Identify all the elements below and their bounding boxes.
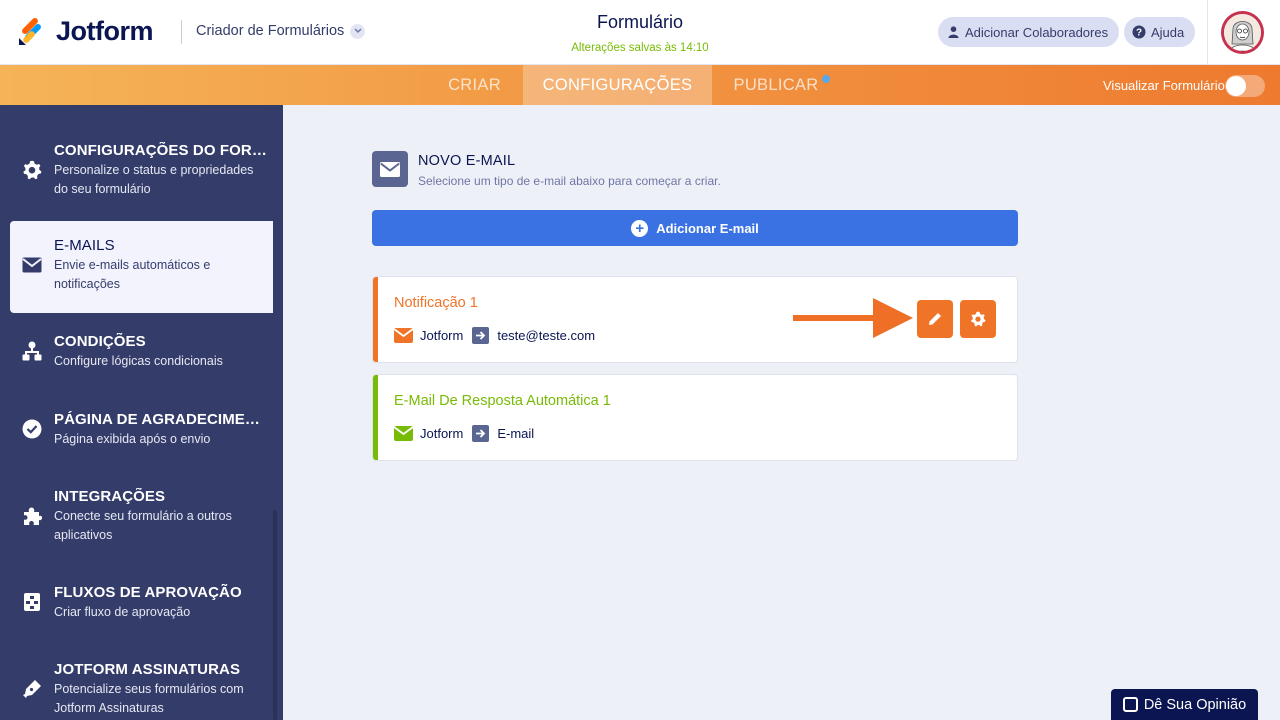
envelope-icon: [22, 255, 42, 275]
add-collaborators-label: Adicionar Colaboradores: [965, 24, 1109, 40]
arrow-right-icon: [472, 327, 490, 344]
add-collaborators-button[interactable]: Adicionar Colaboradores: [938, 17, 1120, 47]
preview-form-label: Visualizar Formulário: [1103, 78, 1225, 93]
help-label: Ajuda: [1151, 24, 1185, 40]
feedback-label: Dê Sua Opinião: [1143, 696, 1247, 713]
sidebar-item-title: PÁGINA DE AGRADECIMENTO: [54, 411, 269, 428]
email-to: E-mail: [497, 426, 535, 441]
sidebar-item-integrations[interactable]: INTEGRAÇÕES Conecte seu formulário a out…: [0, 486, 283, 556]
feedback-button[interactable]: Dê Sua Opinião: [1111, 689, 1258, 720]
tab-configuracoes[interactable]: CONFIGURAÇÕES: [523, 65, 712, 105]
jotform-logo-icon: [19, 17, 41, 45]
check-circle-icon: [22, 419, 42, 439]
sidebar-item-desc: Conecte seu formulário a outros aplicati…: [54, 509, 232, 542]
sidebar-item-desc: Configure lógicas condicionais: [54, 354, 223, 368]
question-icon: ?: [1132, 25, 1146, 39]
avatar-image: [1224, 14, 1261, 51]
chevron-down-icon: [350, 23, 366, 39]
arrow-right-icon: [472, 425, 490, 442]
tab-publicar[interactable]: PUBLICAR: [712, 65, 840, 105]
feedback-icon: [1122, 697, 1138, 712]
email-card-autoresponder[interactable]: E-Mail De Resposta Automática 1 Jotform …: [372, 374, 1018, 461]
notification-dot: [822, 75, 830, 83]
gear-icon: [971, 311, 986, 327]
save-status: Alterações salvas às 14:10: [571, 42, 709, 54]
email-card-route: Jotform teste@teste.com: [394, 327, 595, 344]
pencil-icon: [929, 313, 941, 325]
sidebar-item-title: E-MAILS: [54, 237, 115, 254]
email-card-title: E-Mail De Resposta Automática 1: [394, 393, 611, 409]
sidebar-item-desc: Página exibida após o envio: [54, 432, 211, 446]
tab-criar[interactable]: CRIAR: [426, 65, 523, 105]
form-title-block: Formulário Alterações salvas às 14:10: [540, 12, 740, 54]
sidebar-item-approval-flows[interactable]: FLUXOS DE APROVAÇÃO Criar fluxo de aprov…: [0, 582, 283, 632]
new-email-title: NOVO E-MAIL: [418, 153, 516, 169]
jotform-logo[interactable]: Jotform: [17, 16, 154, 47]
header-divider: [181, 20, 182, 44]
new-email-description: Selecione um tipo de e-mail abaixo para …: [418, 174, 721, 188]
sidebar-item-title: CONFIGURAÇÕES DO FORM...: [54, 142, 269, 159]
annotation-arrow: [793, 298, 913, 338]
add-email-button[interactable]: + Adicionar E-mail: [372, 210, 1018, 246]
sidebar-item-desc: Envie e-mails automáticos e notificações: [54, 258, 211, 291]
sidebar-item-emails[interactable]: E-MAILS Envie e-mails automáticos e noti…: [0, 235, 283, 305]
envelope-icon: [394, 328, 413, 343]
account-area: [1207, 0, 1280, 65]
form-title[interactable]: Formulário: [540, 12, 740, 33]
edit-email-button[interactable]: [917, 300, 953, 338]
email-card-route: Jotform E-mail: [394, 425, 534, 442]
builder-dropdown-label: Criador de Formulários: [196, 23, 345, 39]
new-email-icon: [372, 151, 408, 187]
sidebar-item-jotform-sign[interactable]: JOTFORM ASSINATURAS Potencialize seus fo…: [0, 659, 283, 720]
help-button[interactable]: ? Ajuda: [1124, 17, 1196, 47]
sidebar-item-desc: Criar fluxo de aprovação: [54, 605, 191, 619]
builder-dropdown[interactable]: Criador de Formulários: [196, 23, 366, 39]
sidebar-item-conditions[interactable]: CONDIÇÕES Configure lógicas condicionais: [0, 331, 283, 381]
approval-flow-icon: [22, 592, 42, 612]
avatar[interactable]: [1221, 11, 1264, 54]
email-to: teste@teste.com: [497, 328, 596, 343]
sidebar-item-desc: Personalize o status e propriedades do s…: [54, 163, 254, 196]
sidebar-item-thank-you-page[interactable]: PÁGINA DE AGRADECIMENTO Página exibida a…: [0, 409, 283, 459]
puzzle-icon: [22, 506, 42, 526]
email-card-title: Notificação 1: [394, 295, 478, 311]
add-email-label: Adicionar E-mail: [656, 220, 759, 236]
email-from: Jotform: [420, 328, 464, 343]
top-header: Jotform Criador de Formulários Formulári…: [0, 0, 1280, 65]
user-icon: [946, 25, 960, 39]
email-settings-button[interactable]: [960, 300, 996, 338]
envelope-icon: [394, 426, 413, 441]
svg-text:?: ?: [1136, 28, 1142, 39]
sidebar-item-desc: Potencialize seus formulários com Jotfor…: [54, 682, 244, 715]
gear-icon: [22, 160, 42, 180]
sidebar-item-title: FLUXOS DE APROVAÇÃO: [54, 584, 242, 601]
sidebar-item-title: CONDIÇÕES: [54, 333, 146, 350]
hierarchy-icon: [22, 341, 42, 361]
card-accent-bar: [373, 277, 378, 362]
sidebar-item-title: INTEGRAÇÕES: [54, 488, 166, 505]
toggle-knob: [1226, 76, 1246, 96]
card-accent-bar: [373, 375, 378, 460]
email-from: Jotform: [420, 426, 464, 441]
preview-form-toggle[interactable]: [1225, 75, 1265, 97]
sidebar-item-form-settings[interactable]: CONFIGURAÇÕES DO FORM... Personalize o s…: [0, 140, 283, 210]
pen-icon: [22, 679, 42, 699]
brand-name: Jotform: [56, 16, 154, 46]
plus-icon: +: [631, 219, 649, 237]
sidebar-item-title: JOTFORM ASSINATURAS: [54, 661, 241, 678]
